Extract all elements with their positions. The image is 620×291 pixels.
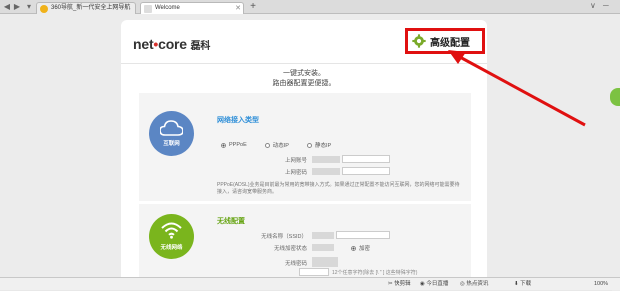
header-divider	[121, 63, 487, 64]
ssid-redacted	[312, 232, 334, 239]
encrypt-redacted	[312, 244, 334, 251]
password-label: 上网密码	[284, 170, 307, 176]
news-item[interactable]: ◎ 热点资讯	[460, 278, 488, 290]
wan-type-radios: PPPoE 动态IP 静态IP	[221, 141, 331, 149]
ssid-label: 无线名称（SSID）	[261, 234, 307, 240]
side-float-button[interactable]	[610, 88, 620, 106]
encrypt-label: 无线加密状态	[273, 246, 307, 252]
wifi-password-input[interactable]	[299, 268, 329, 276]
menu-icon[interactable]: ∨	[590, 1, 596, 10]
page-viewport: net•core 磊科 高级配置 一键式安装。 路由器配置更便捷。 互联网 网络…	[0, 14, 620, 291]
wifi-section-title: 无线配置	[217, 218, 245, 225]
wan-section-title: 网络接入类型	[217, 117, 259, 124]
wifi-password-label: 无线密码	[284, 261, 307, 267]
browser-tab-bar: ◀ ▶ ▾ 360导航_新一代安全上网导航 Welcome ✕ + ∨ ─	[0, 0, 620, 14]
minimize-icon[interactable]: ─	[603, 1, 609, 10]
password-redacted	[312, 168, 340, 175]
page-favicon-icon	[144, 5, 152, 13]
360-favicon-icon	[40, 5, 48, 13]
zoom-level[interactable]: 100%	[594, 278, 608, 290]
encrypt-radio[interactable]: 加密	[351, 244, 370, 252]
radio-pppoe[interactable]: PPPoE	[221, 141, 247, 149]
back-icon[interactable]: ◀	[2, 2, 12, 12]
account-input[interactable]	[342, 155, 390, 163]
tab-label: Welcome	[155, 5, 180, 11]
radio-static[interactable]: 静态IP	[306, 141, 331, 149]
wireless-badge: 无线网络	[149, 214, 194, 259]
tab-360-nav[interactable]: 360导航_新一代安全上网导航	[36, 2, 136, 14]
advanced-config-button[interactable]: 高级配置	[405, 28, 485, 54]
wifi-password-hint: 12个任意字符(除去 [\ " ] 这些特殊字符)	[332, 270, 418, 276]
password-input[interactable]	[342, 167, 390, 175]
tab-label: 360导航_新一代安全上网导航	[51, 5, 131, 11]
intro-text: 一键式安装。 路由器配置更便捷。	[272, 70, 336, 87]
cloud-icon	[160, 120, 183, 136]
router-setup-panel: net•core 磊科 高级配置 一键式安装。 路由器配置更便捷。 互联网 网络…	[121, 20, 487, 277]
netcore-logo: net•core 磊科	[133, 36, 211, 52]
download-item[interactable]: ⬇ 下载	[514, 278, 531, 290]
new-tab-button[interactable]: +	[248, 2, 258, 12]
advanced-config-label: 高级配置	[430, 37, 470, 49]
wan-section: 互联网 网络接入类型 PPPoE 动态IP 静态IP 上网账号 上网密码 PPP…	[139, 93, 471, 201]
radio-dhcp[interactable]: 动态IP	[264, 141, 289, 149]
gear-icon	[412, 34, 426, 48]
live-item[interactable]: ◉ 今日直播	[420, 278, 448, 290]
browser-status-bar: ✂ 快剪辑 ◉ 今日直播 ◎ 热点资讯 ⬇ 下载 100%	[0, 277, 620, 290]
tab-welcome[interactable]: Welcome ✕	[140, 2, 244, 14]
forward-icon[interactable]: ▶	[12, 2, 22, 12]
ssid-input[interactable]	[336, 231, 390, 239]
pppoe-note: PPPoE(ADSL)业务是目前最为常用的宽带接入方式。如果通过正常配置不能访问…	[217, 182, 460, 195]
quick-edit-item[interactable]: ✂ 快剪辑	[388, 278, 411, 290]
tab-list-icon[interactable]: ▾	[24, 2, 34, 12]
close-tab-icon[interactable]: ✕	[235, 3, 241, 14]
internet-badge: 互联网	[149, 111, 194, 156]
page-scrollbar[interactable]	[612, 28, 620, 291]
account-redacted	[312, 156, 340, 163]
wifi-icon	[161, 222, 182, 239]
wifi-password-redacted	[312, 257, 338, 267]
account-label: 上网账号	[284, 158, 307, 164]
wifi-section: 无线网络 无线配置 无线名称（SSID） 无线加密状态 加密 无线密码 12个任…	[139, 204, 471, 277]
